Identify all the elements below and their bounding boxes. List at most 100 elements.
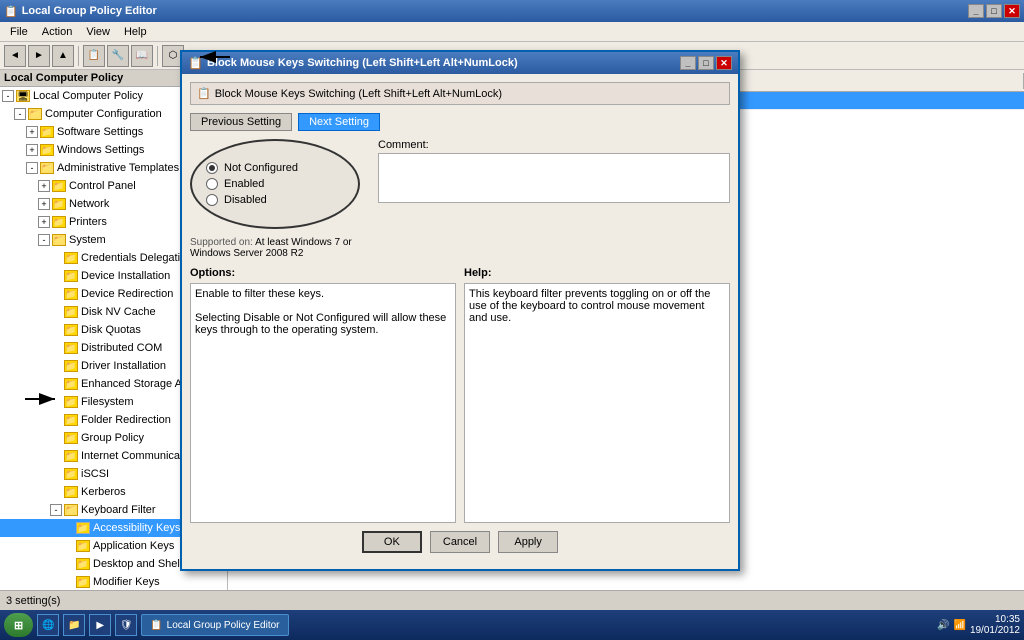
folder-icon: 📁 (64, 360, 78, 372)
close-button[interactable]: ✕ (1004, 4, 1020, 18)
options-content: Enable to filter these keys. Selecting D… (190, 283, 456, 523)
media-quicklaunch[interactable]: ▶ (89, 614, 111, 636)
tree-label: Credentials Delegation (81, 252, 192, 264)
expand-icon[interactable]: + (38, 198, 50, 210)
tree-label: Group Policy (81, 432, 144, 444)
window-controls[interactable]: _ □ ✕ (968, 4, 1020, 18)
folder-icon: 📁 (52, 180, 66, 192)
menu-view[interactable]: View (80, 24, 116, 40)
folder-icon: 📁 (40, 126, 54, 138)
folder-icon: 📁 (64, 450, 78, 462)
options-text-2: Selecting Disable or Not Configured will… (195, 312, 451, 336)
folder-icon: 📁 (64, 378, 78, 390)
radio-enabled[interactable]: Enabled (206, 178, 344, 190)
tree-label: Accessibility Keys (93, 522, 180, 534)
menu-file[interactable]: File (4, 24, 34, 40)
help-content: This keyboard filter prevents toggling o… (464, 283, 730, 523)
expand-icon[interactable]: - (14, 108, 26, 120)
folder-icon: 📁 (52, 234, 66, 246)
radio-not-configured-btn[interactable] (206, 162, 218, 174)
properties-button[interactable]: 🔧 (107, 45, 129, 67)
clock-time: 10:35 (970, 614, 1020, 625)
previous-setting-button[interactable]: Previous Setting (190, 113, 292, 131)
dialog-buttons: OK Cancel Apply (190, 523, 730, 561)
cancel-button[interactable]: Cancel (430, 531, 490, 553)
setting-title-text: Block Mouse Keys Switching (Left Shift+L… (215, 88, 502, 100)
expand-icon[interactable]: + (38, 216, 50, 228)
ie-quicklaunch[interactable]: 🌐 (37, 614, 59, 636)
minimize-button[interactable]: _ (968, 4, 984, 18)
dialog-body: Not Configured Enabled Disabled Supporte… (190, 139, 730, 259)
options-text-1: Enable to filter these keys. (195, 288, 451, 300)
help-label: Help: (464, 267, 730, 279)
expand-icon[interactable]: - (50, 504, 62, 516)
folder-icon: 📁 (64, 486, 78, 498)
dialog-nav-buttons: Previous Setting Next Setting (190, 113, 730, 131)
security-quicklaunch[interactable]: 🛡 (115, 614, 137, 636)
tree-label: Folder Redirection (81, 414, 171, 426)
dialog-titlebar: 📋 Block Mouse Keys Switching (Left Shift… (182, 52, 738, 74)
back-button[interactable]: ◄ (4, 45, 26, 67)
app-icon: 📋 (4, 5, 18, 18)
taskbar-right: 🔊 📶 10:35 19/01/2012 (937, 614, 1020, 636)
expand-icon[interactable]: - (2, 90, 14, 102)
toolbar-separator (78, 46, 79, 66)
clock-date: 19/01/2012 (970, 625, 1020, 636)
taskbar-app-item[interactable]: 📋 Local Group Policy Editor (141, 614, 288, 636)
dialog[interactable]: 📋 Block Mouse Keys Switching (Left Shift… (180, 50, 740, 571)
folder-icon: 🖥 (16, 90, 30, 102)
dialog-close-button[interactable]: ✕ (716, 56, 732, 70)
tree-label: Filesystem (81, 396, 134, 408)
radio-not-configured-label: Not Configured (224, 162, 298, 174)
dialog-radio-section: Not Configured Enabled Disabled Supporte… (190, 139, 370, 259)
radio-not-configured[interactable]: Not Configured (206, 162, 344, 174)
dialog-controls[interactable]: _ □ ✕ (680, 56, 732, 70)
menu-help[interactable]: Help (118, 24, 153, 40)
title-bar: 📋 Local Group Policy Editor _ □ ✕ (0, 0, 1024, 22)
menu-action[interactable]: Action (36, 24, 79, 40)
radio-disabled-btn[interactable] (206, 194, 218, 206)
folder-icon: 📁 (52, 216, 66, 228)
ok-button[interactable]: OK (362, 531, 422, 553)
taskbar-left: ⊞ 🌐 📁 ▶ 🛡 📋 Local Group Policy Editor (4, 613, 289, 637)
radio-enabled-btn[interactable] (206, 178, 218, 190)
tree-label: Keyboard Filter (81, 504, 156, 516)
next-setting-button[interactable]: Next Setting (298, 113, 380, 131)
taskbar: ⊞ 🌐 📁 ▶ 🛡 📋 Local Group Policy Editor 🔊 … (0, 610, 1024, 640)
apply-button[interactable]: Apply (498, 531, 558, 553)
folder-icon: 📁 (64, 342, 78, 354)
options-label: Options: (190, 267, 456, 279)
tree-label: Network (69, 198, 109, 210)
supported-on-section: Supported on: At least Windows 7 or Wind… (190, 237, 370, 259)
expand-icon[interactable]: + (26, 126, 38, 138)
maximize-button[interactable]: □ (986, 4, 1002, 18)
start-button[interactable]: ⊞ (4, 613, 33, 637)
folder-icon: 📁 (76, 576, 90, 588)
expand-icon[interactable]: - (26, 162, 38, 174)
help-text: This keyboard filter prevents toggling o… (469, 288, 725, 324)
radio-group: Not Configured Enabled Disabled (190, 139, 360, 229)
folder-icon: 📁 (64, 306, 78, 318)
folder-quicklaunch[interactable]: 📁 (63, 614, 85, 636)
help-section: Help: This keyboard filter prevents togg… (464, 267, 730, 523)
tree-label: Control Panel (69, 180, 136, 192)
status-text: 3 setting(s) (6, 595, 60, 607)
expand-icon[interactable]: - (38, 234, 50, 246)
radio-disabled[interactable]: Disabled (206, 194, 344, 206)
tree-label: Driver Installation (81, 360, 166, 372)
show-hide-button[interactable]: 📋 (83, 45, 105, 67)
folder-icon: 📁 (40, 162, 54, 174)
help-button[interactable]: 📖 (131, 45, 153, 67)
volume-icon: 📶 (953, 620, 965, 631)
dialog-minimize-button[interactable]: _ (680, 56, 696, 70)
dialog-maximize-button[interactable]: □ (698, 56, 714, 70)
expand-icon[interactable]: + (26, 144, 38, 156)
tree-label: Modifier Keys (93, 576, 160, 588)
tree-item-modifier-keys[interactable]: 📁 Modifier Keys (0, 573, 227, 591)
folder-icon: 📁 (64, 414, 78, 426)
folder-icon: 📁 (64, 324, 78, 336)
up-button[interactable]: ▲ (52, 45, 74, 67)
forward-button[interactable]: ► (28, 45, 50, 67)
expand-icon[interactable]: + (38, 180, 50, 192)
comment-input[interactable] (378, 153, 730, 203)
